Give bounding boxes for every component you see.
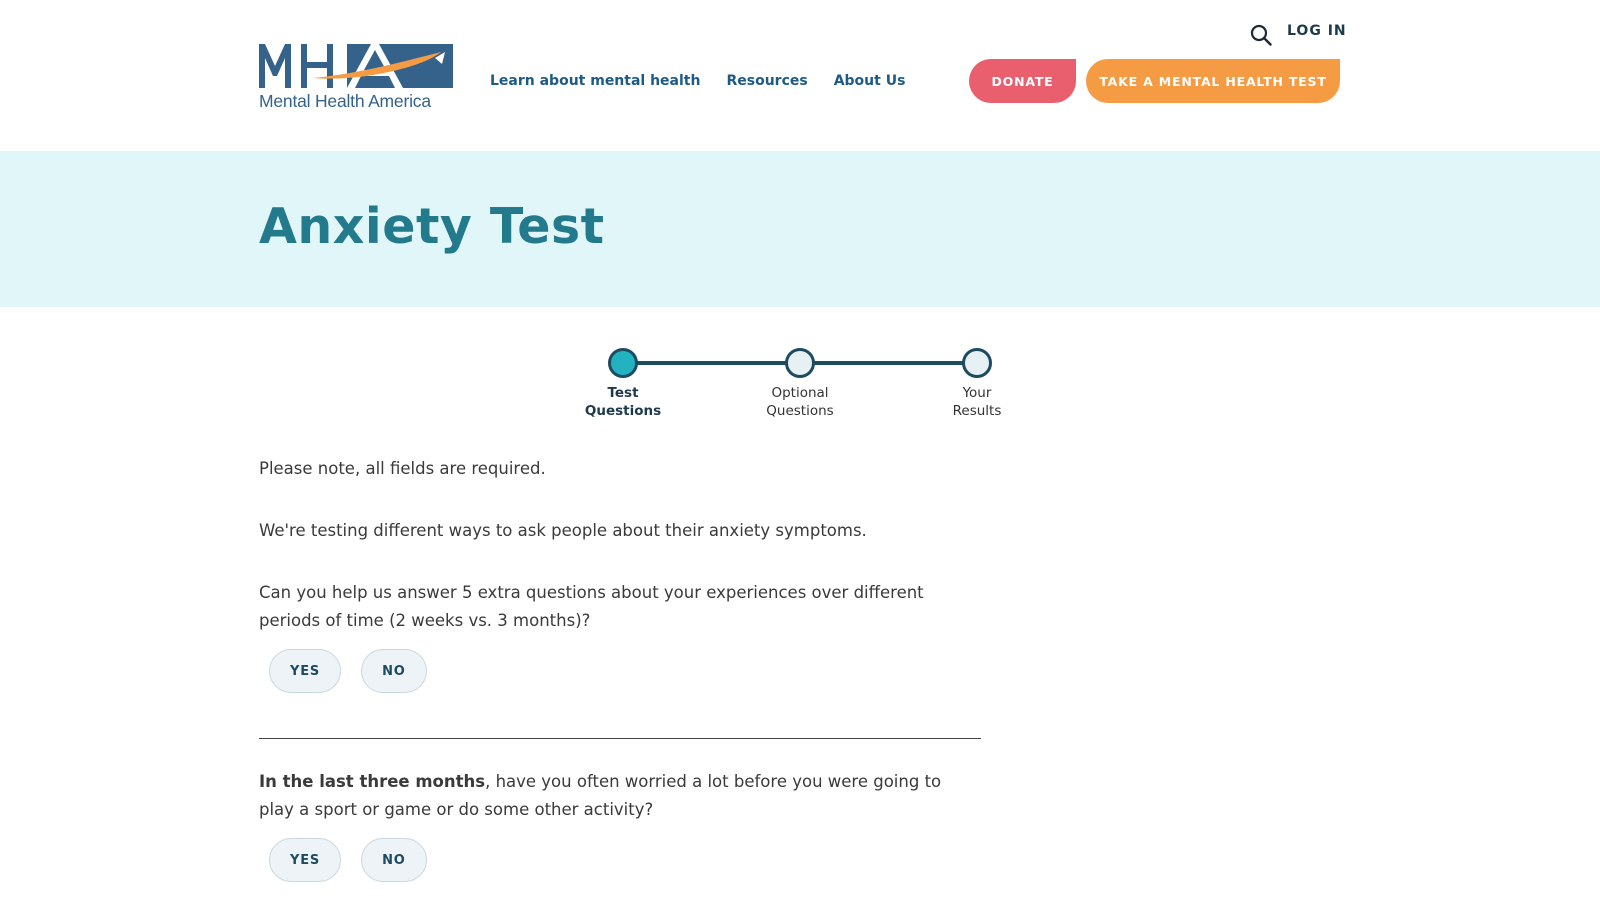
step-label-line: Questions: [766, 403, 834, 419]
progress-stepper: Test Questions Optional Questions Your R…: [560, 344, 1020, 424]
stepper-line: [800, 361, 974, 365]
question-2-emphasis: In the last three months: [259, 772, 486, 791]
step-label-test-questions: Test Questions: [563, 384, 683, 420]
step-label-optional-questions: Optional Questions: [740, 384, 860, 420]
step-dot-your-results: [962, 348, 992, 378]
page-title: Anxiety Test: [259, 198, 605, 255]
section-divider: [259, 738, 981, 739]
logo-text: Mental Health America: [259, 91, 431, 111]
question-1-yes-button[interactable]: YES: [269, 649, 342, 693]
step-label-line: Test: [607, 385, 639, 401]
question-2-no-button[interactable]: NO: [361, 838, 427, 882]
donate-button[interactable]: DONATE: [969, 59, 1076, 103]
question-2-yes-button[interactable]: YES: [269, 838, 342, 882]
question-1-options: YES NO: [269, 649, 427, 693]
step-dot-test-questions: [608, 348, 638, 378]
question-1-no-button[interactable]: NO: [361, 649, 427, 693]
step-label-line: Results: [952, 403, 1002, 419]
step-dot-optional-questions: [785, 348, 815, 378]
step-label-line: Optional: [771, 385, 829, 401]
main-nav: Learn about mental health Resources Abou…: [490, 73, 905, 89]
question-1-text: Can you help us answer 5 extra questions…: [259, 583, 924, 630]
step-label-line: Your: [962, 385, 992, 401]
question-2-options: YES NO: [269, 838, 427, 882]
nav-resources[interactable]: Resources: [726, 73, 807, 89]
take-mental-health-test-button[interactable]: TAKE A MENTAL HEALTH TEST: [1086, 59, 1340, 103]
nav-learn-about-mental-health[interactable]: Learn about mental health: [490, 73, 700, 89]
hero-band: [0, 151, 1600, 307]
nav-about-us[interactable]: About Us: [834, 73, 906, 89]
login-link[interactable]: LOG IN: [1287, 23, 1347, 39]
required-note: Please note, all fields are required.: [259, 459, 546, 478]
stepper-line: [623, 361, 797, 365]
step-label-your-results: Your Results: [917, 384, 1037, 420]
search-icon[interactable]: [1250, 24, 1272, 46]
mha-logo[interactable]: Mental Health America: [259, 44, 453, 114]
step-label-line: Questions: [584, 403, 662, 419]
mha-logo-mark: [259, 44, 453, 88]
intro-text: We're testing different ways to ask peop…: [259, 521, 867, 540]
question-2-text: In the last three months, have you often…: [259, 768, 981, 824]
site-header: Mental Health America Learn about mental…: [0, 0, 1600, 151]
